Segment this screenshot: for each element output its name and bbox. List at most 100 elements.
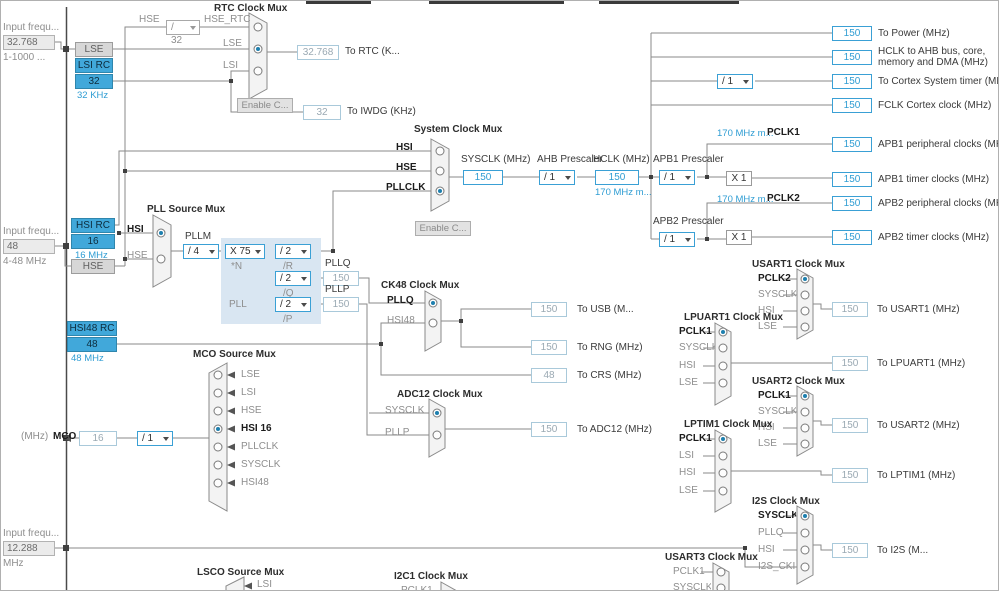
to-i2s-label: To I2S (M... bbox=[877, 545, 928, 557]
mux-radio[interactable] bbox=[214, 461, 222, 469]
pclk1-label: PCLK1 bbox=[767, 127, 800, 139]
mux-radio[interactable] bbox=[157, 255, 165, 263]
mux-radio[interactable] bbox=[801, 323, 809, 331]
i2s-clock-mux-shape bbox=[797, 506, 813, 584]
mux-radio[interactable] bbox=[801, 546, 809, 554]
cortex-timer-label: To Cortex System timer (MH... bbox=[878, 76, 999, 88]
rtc-clock-mux-shape bbox=[249, 13, 267, 99]
lpuart1-input-label: PCLK1 bbox=[679, 326, 715, 338]
arrow-left-icon bbox=[227, 462, 235, 469]
plln-dropdown[interactable]: X 75 bbox=[225, 244, 265, 259]
mux-radio[interactable] bbox=[717, 568, 725, 576]
hsi-rc-source-box[interactable]: HSI RC bbox=[71, 218, 115, 233]
to-rtc-label: To RTC (K... bbox=[345, 46, 400, 58]
input-freq3-field[interactable]: 12.288 bbox=[3, 541, 55, 556]
mux-radio[interactable] bbox=[801, 563, 809, 571]
input-freq1-field[interactable]: 32.768 bbox=[3, 35, 55, 50]
arrow-left-icon bbox=[227, 480, 235, 487]
mux-radio[interactable] bbox=[254, 23, 262, 31]
hsi48-rc-source-box[interactable]: HSI48 RC bbox=[67, 321, 117, 336]
pllp-label: PLLP bbox=[325, 284, 349, 296]
hsi-value-box[interactable]: 16 bbox=[71, 234, 115, 249]
to-power-label: To Power (MHz) bbox=[878, 28, 950, 40]
mux-radio[interactable] bbox=[801, 440, 809, 448]
usart1-clock-mux-shape bbox=[797, 269, 813, 339]
ck48-pllq-label: PLLQ bbox=[387, 295, 414, 307]
mux-radio[interactable] bbox=[801, 529, 809, 537]
mux-radio[interactable] bbox=[254, 67, 262, 75]
cortex-timer-frequency-box: 150 bbox=[832, 74, 872, 89]
hclk-label: HCLK (MHz) bbox=[593, 154, 650, 166]
rtc-hse-label: HSE bbox=[139, 14, 160, 26]
mux-radio[interactable] bbox=[719, 379, 727, 387]
pllq-dropdown[interactable]: / 2 bbox=[275, 271, 311, 286]
i2c1-clock-mux-shape bbox=[441, 582, 457, 591]
hclk-frequency-box[interactable]: 150 bbox=[595, 170, 639, 185]
mux-radio[interactable] bbox=[214, 407, 222, 415]
apb2-prescaler-dropdown[interactable]: / 1 bbox=[659, 232, 695, 247]
mux-radio[interactable] bbox=[801, 408, 809, 416]
arrow-left-icon bbox=[227, 390, 235, 397]
mux-radio[interactable] bbox=[801, 291, 809, 299]
cortex-divider-dropdown[interactable]: / 1 bbox=[717, 74, 753, 89]
lpuart1-input-label: LSE bbox=[679, 377, 715, 389]
lsi-value-box[interactable]: 32 bbox=[75, 74, 113, 89]
apb2-timer-multiplier: X 1 bbox=[726, 230, 752, 245]
input-freq1-label: Input frequ... bbox=[3, 22, 59, 34]
to-iwdg-label: To IWDG (KHz) bbox=[347, 106, 416, 118]
i2s-frequency-box: 150 bbox=[832, 543, 868, 558]
mux-radio[interactable] bbox=[719, 344, 727, 352]
fclk-label: FCLK Cortex clock (MHz) bbox=[878, 100, 991, 112]
input-freq3-label: Input frequ... bbox=[3, 528, 59, 540]
sysclk-label: SYSCLK (MHz) bbox=[461, 154, 530, 166]
pllp-dropdown[interactable]: / 2 bbox=[275, 297, 311, 312]
hse-source-box[interactable]: HSE bbox=[71, 259, 115, 274]
sysclk-frequency-box: 150 bbox=[463, 170, 503, 185]
rtc-lsi-label: LSI bbox=[223, 60, 238, 72]
mux-radio[interactable] bbox=[214, 443, 222, 451]
pll-hse-label: HSE bbox=[127, 250, 148, 262]
mco-divider-dropdown[interactable]: / 1 bbox=[137, 431, 173, 446]
lptim1-clock-mux-shape bbox=[715, 430, 731, 512]
to-lpuart1-label: To LPUART1 (MHz) bbox=[877, 358, 965, 370]
mux-radio[interactable] bbox=[214, 389, 222, 397]
rtc-hse-divider-dropdown[interactable]: / 32 bbox=[166, 20, 200, 35]
apb2-timer-frequency-box: 150 bbox=[832, 230, 872, 245]
usart1-input-label: PCLK2 bbox=[758, 273, 796, 285]
mux-radio[interactable] bbox=[433, 431, 441, 439]
mux-radio[interactable] bbox=[436, 167, 444, 175]
ahb-prescaler-dropdown[interactable]: / 1 bbox=[539, 170, 575, 185]
input-freq2-field[interactable]: 48 bbox=[3, 239, 55, 254]
mux-radio[interactable] bbox=[719, 487, 727, 495]
lse-source-box[interactable]: LSE bbox=[75, 42, 113, 57]
mux-radio[interactable] bbox=[719, 469, 727, 477]
to-usart2-label: To USART2 (MHz) bbox=[877, 420, 960, 432]
pll-source-mux-shape bbox=[153, 215, 171, 287]
enable-css-button[interactable]: Enable C... bbox=[415, 221, 471, 236]
pllm-dropdown[interactable]: / 4 bbox=[183, 244, 219, 259]
arrow-left-icon bbox=[227, 408, 235, 415]
apb1-prescaler-dropdown[interactable]: / 1 bbox=[659, 170, 695, 185]
mux-radio[interactable] bbox=[436, 147, 444, 155]
lsco-mux-title: LSCO Source Mux bbox=[197, 567, 284, 579]
mux-radio[interactable] bbox=[801, 307, 809, 315]
apb1-timer-multiplier: X 1 bbox=[726, 171, 752, 186]
mux-radio[interactable] bbox=[719, 452, 727, 460]
pllr-dropdown[interactable]: / 2 bbox=[275, 244, 311, 259]
mux-radio[interactable] bbox=[214, 371, 222, 379]
lsi-frequency-note: 32 KHz bbox=[77, 90, 108, 101]
mux-radio[interactable] bbox=[214, 479, 222, 487]
usart1-mux-title: USART1 Clock Mux bbox=[752, 259, 845, 271]
mux-radio[interactable] bbox=[717, 584, 725, 591]
lsi-rc-source-box[interactable]: LSI RC bbox=[75, 58, 113, 73]
mux-radio[interactable] bbox=[719, 362, 727, 370]
to-lptim1-label: To LPTIM1 (MHz) bbox=[877, 470, 955, 482]
arrow-left-icon bbox=[227, 444, 235, 451]
hsi48-value-box[interactable]: 48 bbox=[67, 337, 117, 352]
plln-sub-label: *N bbox=[231, 261, 242, 273]
mco-input-label: PLLCLK bbox=[241, 441, 278, 453]
mux-radio[interactable] bbox=[429, 319, 437, 327]
enable-clock-button[interactable]: Enable C... bbox=[237, 98, 293, 113]
usart2-input-label: SYSCLK bbox=[758, 406, 796, 418]
mux-radio[interactable] bbox=[801, 424, 809, 432]
